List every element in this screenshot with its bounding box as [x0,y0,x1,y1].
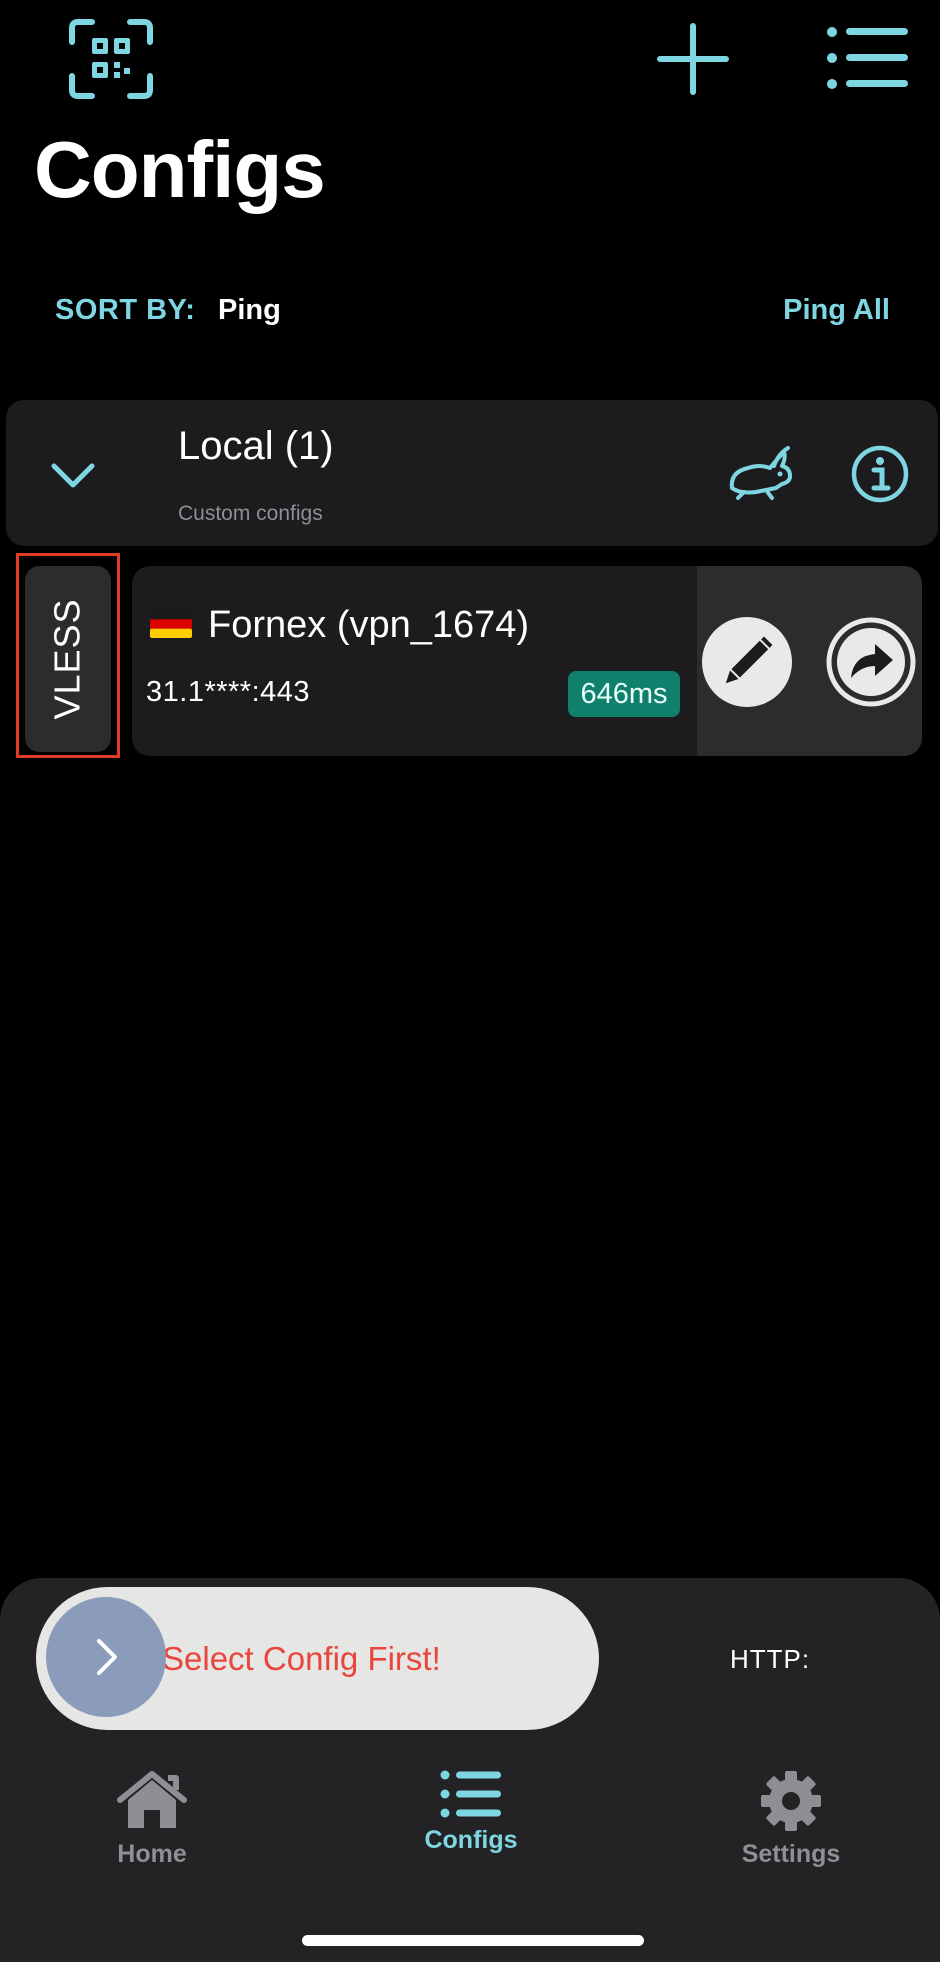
config-address: 31.1****:443 [146,676,311,708]
tab-home[interactable]: Home [62,1770,242,1869]
qr-scan-button[interactable] [68,18,154,100]
share-arrow-icon [826,617,916,707]
list-icon [440,1770,501,1818]
home-indicator [302,1935,644,1946]
edit-config-button[interactable] [701,616,793,708]
group-info-button[interactable] [850,444,910,504]
group-subtitle: Custom configs [178,502,323,525]
sort-by-label: SORT BY: [55,294,196,326]
sort-by-value[interactable]: Ping [218,294,281,327]
ping-badge: 646ms [568,671,680,717]
list-icon [827,27,908,89]
germany-flag-icon [150,610,192,638]
highlight-frame [16,553,120,758]
gear-icon [761,1771,821,1831]
info-icon [851,445,909,503]
config-group-header[interactable] [6,400,938,546]
chevron-right-icon [97,1639,117,1675]
share-config-button[interactable] [825,616,917,708]
tab-home-label: Home [117,1840,187,1868]
chevron-down-icon [51,463,95,488]
group-name: Local (1) [178,424,334,468]
home-icon [117,1771,187,1828]
config-name: Fornex (vpn_1674) [208,604,530,646]
plus-icon [657,23,729,95]
ping-all-button[interactable]: Ping All [783,294,890,327]
collapse-toggle[interactable] [50,452,96,498]
qr-scan-icon [69,19,153,99]
add-config-button[interactable] [656,22,730,96]
tab-configs-label: Configs [424,1826,518,1854]
page-title: Configs [34,125,326,214]
http-proxy-label: HTTP: [730,1644,811,1674]
menu-button[interactable] [826,26,910,90]
connect-slider-knob[interactable] [46,1597,166,1717]
connect-status-text: Select Config First! [162,1640,441,1677]
speed-test-button[interactable] [726,444,794,502]
tab-settings[interactable]: Settings [701,1770,881,1869]
rabbit-icon [729,446,792,500]
tab-settings-label: Settings [741,1840,841,1868]
tab-configs[interactable]: Configs [381,1770,561,1855]
pencil-icon [702,617,792,707]
